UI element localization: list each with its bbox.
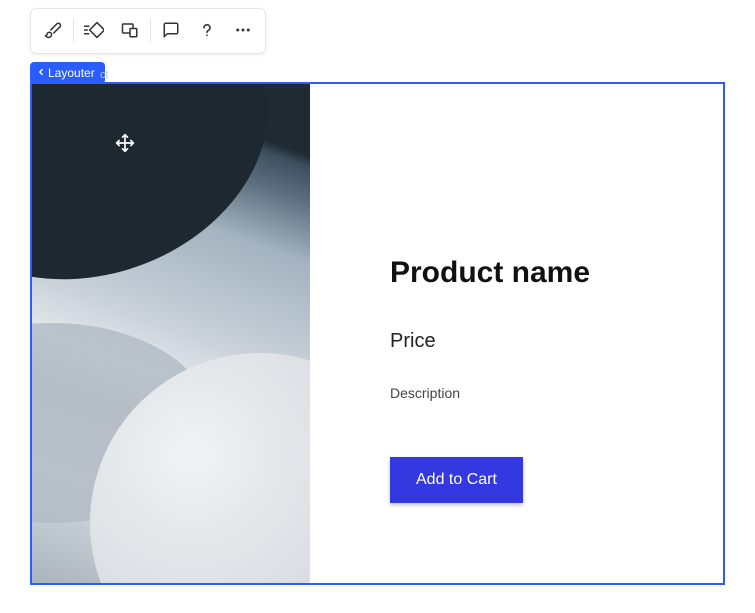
more-icon [234,21,252,42]
product-info-panel: Product name Price Description Add to Ca… [310,84,723,583]
devices-icon [121,21,139,42]
devices-tool-button[interactable] [112,13,148,49]
product-image-panel[interactable] [32,84,310,583]
more-tool-button[interactable] [225,13,261,49]
move-handle[interactable] [114,134,136,156]
editor-toolbar [30,8,266,54]
diamond-align-icon [84,21,104,42]
brush-icon [44,21,62,42]
breadcrumb-layouter-tag[interactable]: Layouter [30,62,105,84]
product-layout-canvas[interactable]: Product name Price Description Add to Ca… [30,82,725,585]
add-to-cart-button[interactable]: Add to Cart [390,457,523,503]
comment-icon [162,21,180,42]
toolbar-divider [150,19,151,43]
product-title[interactable]: Product name [390,256,590,290]
align-tool-button[interactable] [76,13,112,49]
chevron-left-icon [36,66,48,80]
product-price[interactable]: Price [390,330,436,353]
help-tool-button[interactable] [189,13,225,49]
product-description[interactable]: Description [390,385,460,401]
help-icon [198,21,216,42]
brush-tool-button[interactable] [35,13,71,49]
comment-tool-button[interactable] [153,13,189,49]
toolbar-divider [73,19,74,43]
image-shape-dark [32,84,309,327]
move-icon [115,133,135,158]
breadcrumb-label: Layouter [48,66,95,80]
